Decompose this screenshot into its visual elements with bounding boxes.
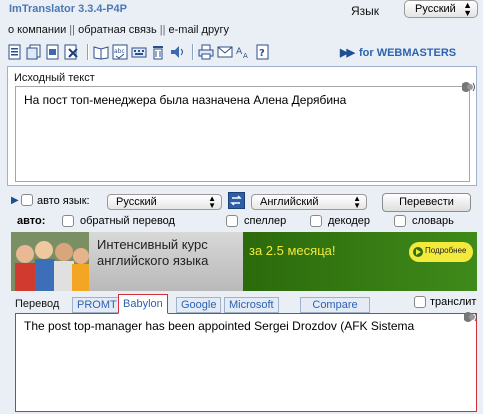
double-arrow-icon: ▶▶ (340, 47, 355, 59)
svg-text:?: ? (259, 48, 265, 59)
select-arrows-icon: ▲ ▼ (463, 0, 472, 18)
from-language-select[interactable]: Русский ▲ ▼ (107, 194, 222, 210)
speech-icon[interactable] (169, 44, 185, 60)
keyboard-icon[interactable] (131, 44, 147, 60)
banner-promo: за 2.5 месяца! (249, 243, 336, 258)
font-size-icon[interactable]: AA (236, 44, 252, 60)
translit-checkbox[interactable] (414, 296, 426, 309)
spellcheck-icon[interactable]: abc (112, 44, 128, 60)
source-text: На пост топ-менеджера была назначена Але… (24, 93, 347, 107)
translation-speaker-icon[interactable] (460, 308, 478, 329)
to-language-value: Английский (260, 196, 319, 208)
interface-language-value: Русский (415, 3, 456, 15)
tab-microsoft[interactable]: Microsoft (224, 297, 279, 313)
clear-icon[interactable] (45, 44, 61, 60)
print-icon[interactable] (198, 44, 214, 60)
option-reverse-translation[interactable]: обратный перевод (62, 215, 175, 228)
app-title: ImTranslator 3.3.4-P4P (9, 3, 127, 15)
option-decoder[interactable]: декодер (310, 215, 371, 228)
link-separator: || (159, 24, 169, 36)
option-dictionary[interactable]: словарь (394, 215, 454, 228)
tab-babylon[interactable]: Babylon (118, 294, 168, 314)
email-icon[interactable] (217, 44, 233, 60)
option-label: словарь (412, 215, 454, 227)
link-separator: || (69, 24, 79, 36)
translation-text: The post top-manager has been appointed … (24, 319, 415, 333)
tab-compare[interactable]: Compare (300, 297, 370, 313)
banner-more-button[interactable]: Подробнее (425, 246, 467, 255)
source-label: Исходный текст (14, 72, 95, 84)
swap-languages-icon[interactable] (228, 192, 245, 212)
dictionary-checkbox[interactable] (394, 215, 406, 228)
select-arrows-icon: ▲ ▼ (353, 194, 361, 210)
svg-text:abc: abc (114, 48, 125, 55)
toolbar-divider (87, 44, 89, 60)
source-speaker-icon[interactable] (458, 78, 476, 99)
copy-icon[interactable] (26, 44, 42, 60)
auto-label: авто: (17, 215, 46, 227)
link-about[interactable]: о компании (8, 24, 66, 36)
link-feedback[interactable]: обратная связь (78, 24, 157, 36)
expand-arrow-icon[interactable]: ▶ (11, 195, 19, 206)
link-email-friend[interactable]: e-mail другу (169, 24, 229, 36)
banner-line1: Интенсивный курс (97, 237, 208, 252)
translation-label: Перевод (15, 298, 60, 310)
auto-language-checkbox[interactable] (21, 194, 33, 207)
interface-language-select[interactable]: Русский ▲ ▼ (404, 0, 478, 18)
translate-button[interactable]: Перевести (382, 193, 471, 212)
trash-icon[interactable] (150, 44, 166, 60)
source-textarea[interactable]: На пост топ-менеджера была назначена Але… (15, 86, 470, 182)
reverse-translation-checkbox[interactable] (62, 215, 74, 228)
option-label: спеллер (244, 215, 287, 227)
option-label: декодер (328, 215, 371, 227)
new-document-icon[interactable] (7, 44, 23, 60)
translit-option[interactable]: транслит (414, 296, 477, 309)
dictionary-icon[interactable] (93, 44, 109, 60)
delete-icon[interactable] (64, 44, 80, 60)
banner-line2: английского языка (97, 253, 209, 268)
to-language-select[interactable]: Английский ▲ ▼ (251, 194, 367, 210)
top-links: о компании || обратная связь || e-mail д… (8, 24, 229, 36)
tab-google[interactable]: Google (176, 297, 222, 313)
language-label: Язык (351, 4, 380, 18)
option-speller[interactable]: спеллер (226, 215, 287, 228)
speller-checkbox[interactable] (226, 215, 238, 228)
decoder-checkbox[interactable] (310, 215, 322, 228)
help-icon[interactable]: ? (255, 44, 271, 60)
toolbar-divider (192, 44, 194, 60)
svg-text:A: A (236, 47, 243, 57)
webmasters-link[interactable]: ▶▶ for WEBMASTERS (340, 46, 456, 59)
svg-text:A: A (243, 52, 248, 60)
auto-language-label: авто язык: (37, 195, 90, 207)
translit-label: транслит (430, 296, 477, 308)
tab-promt[interactable]: PROMT (72, 297, 122, 313)
select-arrows-icon: ▲ ▼ (208, 194, 216, 210)
webmasters-label: for WEBMASTERS (358, 47, 457, 59)
advertisement-banner[interactable]: Интенсивный курс английского языка за 2.… (11, 232, 477, 291)
from-language-value: Русский (116, 196, 157, 208)
option-label: обратный перевод (80, 215, 175, 227)
translation-output[interactable]: The post top-manager has been appointed … (15, 313, 477, 412)
